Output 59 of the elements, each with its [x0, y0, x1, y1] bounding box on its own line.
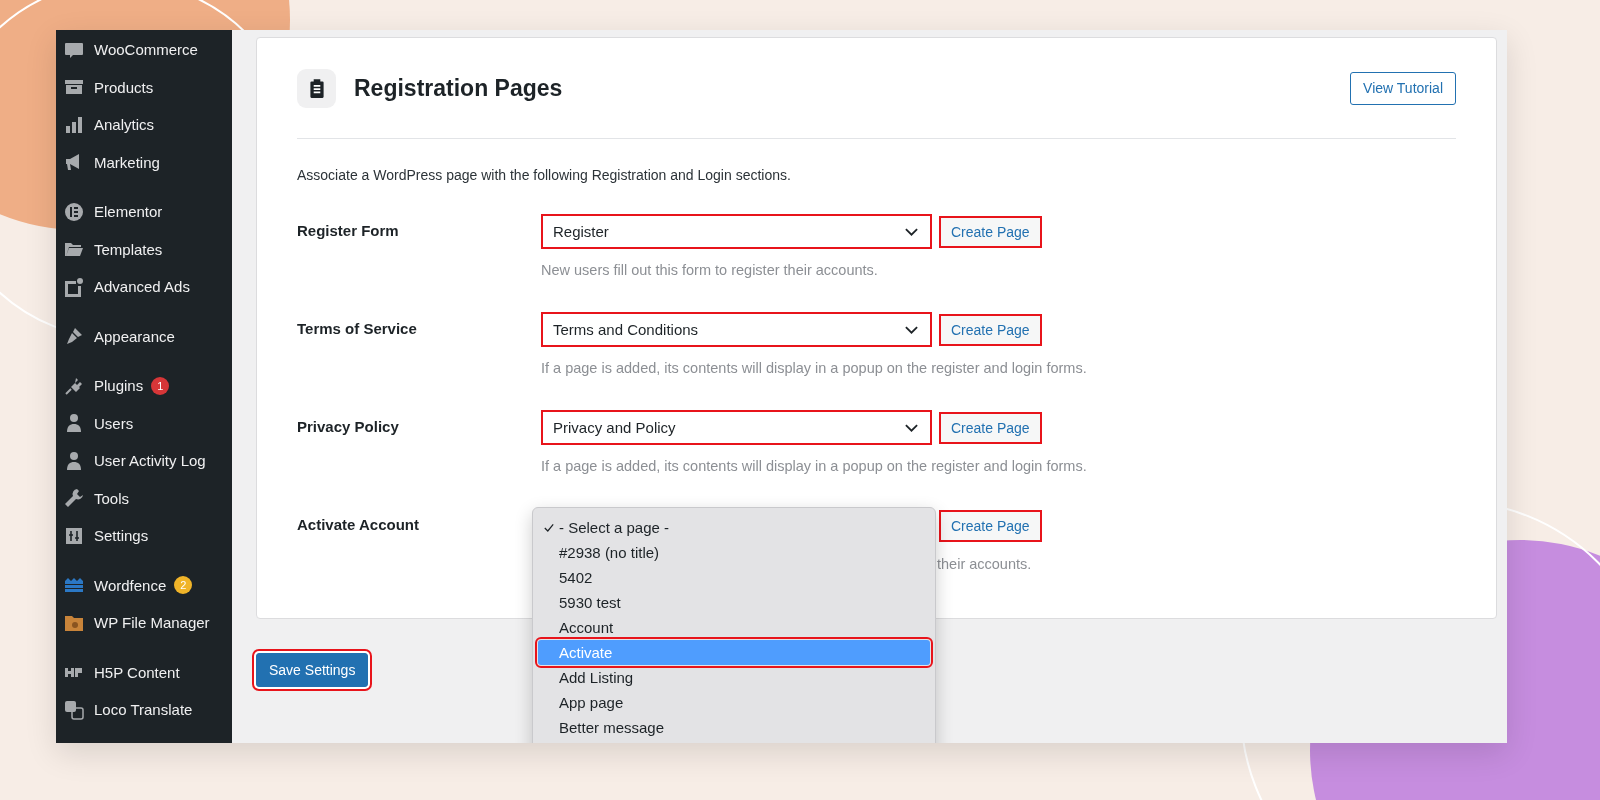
dropdown-option[interactable]: - Select a page - [538, 515, 930, 540]
menu-item[interactable]: Marketing [56, 143, 232, 181]
menu-item[interactable]: Advanced Ads [56, 268, 232, 306]
dropdown-option[interactable]: 5930 test [538, 590, 930, 615]
menu-item[interactable]: Loco Translate [56, 691, 232, 729]
menu-item[interactable]: Settings [56, 517, 232, 555]
menu-item[interactable]: Products [56, 68, 232, 106]
bar-chart-icon [64, 114, 84, 135]
page-select[interactable]: Register [541, 214, 932, 249]
menu-item[interactable]: Users [56, 404, 232, 442]
dropdown-option[interactable]: App page [538, 690, 930, 715]
count-badge: 1 [151, 376, 170, 395]
field-label: Register Form [297, 221, 400, 241]
square-icon [64, 276, 84, 297]
tutorial-button[interactable]: View Tutorial [1350, 71, 1456, 105]
clipboard-icon [297, 68, 336, 108]
dropdown-option[interactable]: Add Listing [538, 665, 930, 690]
dropdown-option[interactable]: 5402 [538, 565, 930, 590]
create-page-button[interactable]: Create Page [939, 509, 1042, 542]
menu-item[interactable]: Analytics [56, 106, 232, 144]
field-label: Activate Account [297, 515, 420, 535]
wrench-icon [64, 488, 84, 509]
dropdown-option[interactable]: #2938 (no title) [538, 540, 930, 565]
menu-item[interactable]: Plugins 1 [56, 367, 232, 405]
chevron-down-icon [905, 325, 918, 334]
page-select[interactable]: Privacy and Policy [541, 410, 932, 445]
translate-icon [64, 699, 84, 720]
help-text: their accounts. [937, 555, 1033, 574]
circle-logo-icon [64, 201, 84, 222]
page-select[interactable]: Terms and Conditions [541, 312, 932, 347]
create-page-button[interactable]: Create Page [939, 215, 1042, 248]
page-title: Registration Pages [354, 74, 564, 102]
menu-item[interactable]: WooCommerce [56, 31, 232, 69]
paintbrush-icon [64, 326, 84, 347]
dropdown-option[interactable]: Account [538, 615, 930, 640]
create-page-button[interactable]: Create Page [939, 411, 1042, 444]
count-badge: 2 [174, 576, 193, 595]
chevron-down-icon [905, 227, 918, 236]
create-page-button[interactable]: Create Page [939, 313, 1042, 346]
sliders-icon [64, 525, 84, 546]
menu-item[interactable]: Appearance [56, 317, 232, 355]
menu-item[interactable]: Templates [56, 230, 232, 268]
menu-item[interactable]: Wordfence 2 [56, 566, 232, 604]
menu-item[interactable]: WP File Manager [56, 604, 232, 642]
field-label: Privacy Policy [297, 417, 400, 437]
menu-item[interactable]: Tools [56, 479, 232, 517]
field-label: Terms of Service [297, 319, 418, 339]
intro-text: Associate a WordPress page with the following Registration and Login sections. [297, 166, 792, 185]
chevron-down-icon [905, 423, 918, 432]
menu-item[interactable]: Elementor [56, 193, 232, 231]
person-icon [64, 450, 84, 471]
menu-item[interactable]: H5P Content [56, 653, 232, 691]
dropdown-option[interactable]: Better message [538, 715, 930, 740]
help-text: If a page is added, its contents will display in a popup on the register and login forms. [541, 457, 1088, 476]
plug-icon [64, 375, 84, 396]
menu-item[interactable]: User Activity Log [56, 442, 232, 480]
help-text: New users fill out this form to register their accounts. [541, 261, 879, 280]
help-text: If a page is added, its contents will display in a popup on the register and login forms. [541, 359, 1088, 378]
person-icon [64, 413, 84, 434]
